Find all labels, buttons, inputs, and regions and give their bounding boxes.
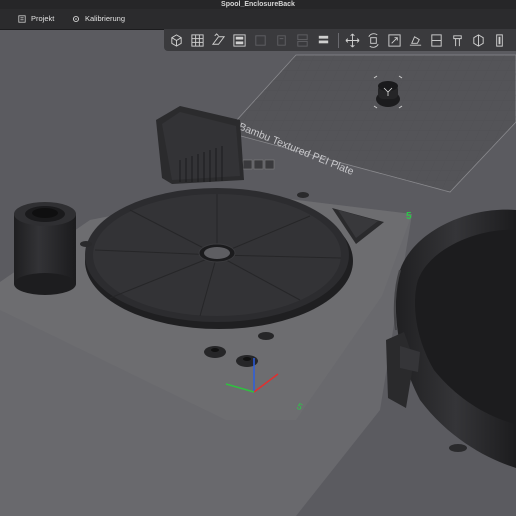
window-title: Spool_EnclosureBack — [0, 0, 516, 9]
menu-projekt-label: Projekt — [31, 14, 55, 23]
seam-paint-button[interactable] — [470, 32, 487, 49]
rotate-icon — [368, 32, 379, 48]
split-button[interactable] — [294, 32, 311, 49]
lay-on-face-button[interactable] — [407, 32, 424, 49]
color-paint-icon — [496, 33, 503, 47]
toolbar-separator — [338, 32, 339, 48]
model-back-piece[interactable] — [156, 106, 244, 184]
layout-plate-icon — [233, 33, 246, 47]
disabled-icon-2 — [277, 34, 286, 46]
disabled-button-2[interactable] — [273, 32, 290, 49]
orient-button[interactable] — [210, 32, 227, 49]
arrange-grid-button[interactable] — [189, 32, 206, 49]
split-icon — [297, 33, 308, 47]
model-disc[interactable] — [85, 188, 353, 329]
menu-bar: Projekt Kalibrierung — [0, 9, 516, 30]
plate-number: 5 — [406, 211, 412, 222]
project-icon — [18, 15, 26, 23]
cut-button[interactable] — [428, 32, 445, 49]
seam-paint-icon — [473, 33, 484, 47]
scale-button[interactable] — [386, 32, 403, 49]
lay-on-face-icon — [409, 35, 422, 46]
scale-icon — [388, 33, 401, 47]
cut-icon — [431, 33, 442, 47]
orient-icon — [211, 32, 226, 45]
3d-viewport[interactable]: Bambu Textured PEI Plate 5 5 — [0, 51, 516, 516]
menu-kalibrierung-label: Kalibrierung — [85, 14, 126, 23]
support-paint-button[interactable] — [449, 32, 466, 49]
plate-buttons[interactable] — [242, 159, 275, 170]
move-icon — [345, 33, 360, 47]
move-button[interactable] — [344, 32, 361, 49]
layers-icon — [318, 35, 329, 43]
disabled-icon-1 — [255, 34, 266, 46]
add-object-icon — [171, 33, 182, 47]
calibration-icon — [72, 15, 80, 23]
menu-kalibrierung[interactable]: Kalibrierung — [72, 13, 125, 25]
model-cylinder[interactable] — [14, 202, 76, 295]
layout-plate-button[interactable] — [231, 32, 248, 49]
menu-projekt[interactable]: Projekt — [18, 13, 54, 25]
toolbar — [164, 29, 516, 51]
arrange-grid-icon — [191, 33, 204, 47]
disabled-button-1[interactable] — [252, 32, 269, 49]
color-paint-button[interactable] — [491, 32, 508, 49]
add-object-button[interactable] — [168, 32, 185, 49]
pei-plate: Bambu Textured PEI Plate — [225, 54, 516, 193]
support-paint-icon — [453, 34, 462, 46]
layers-button[interactable] — [315, 32, 332, 49]
rotate-button[interactable] — [365, 32, 382, 49]
